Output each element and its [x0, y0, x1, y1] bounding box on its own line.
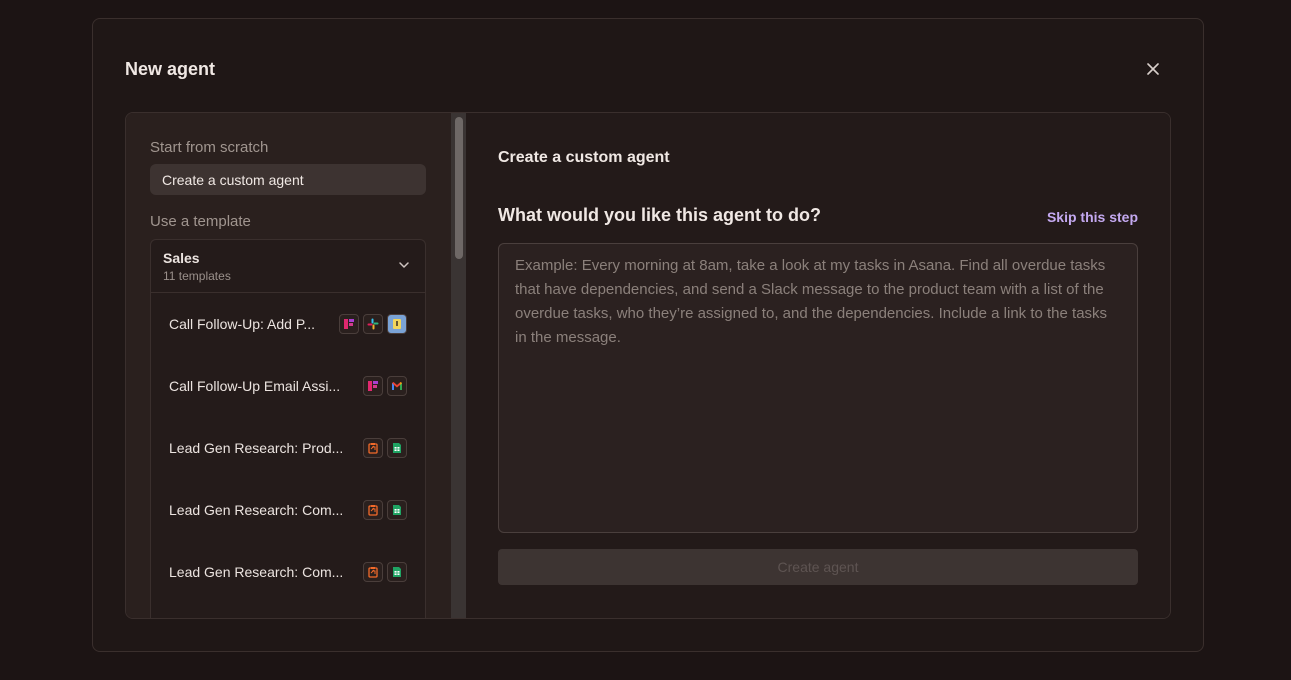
slack-icon — [363, 314, 383, 334]
create-agent-button[interactable]: Create agent — [498, 549, 1138, 585]
template-icons — [363, 562, 407, 582]
sidebar-scroll-area: Start from scratch Create a custom agent… — [126, 113, 450, 618]
template-label: Call Follow-Up: Add P... — [169, 316, 316, 332]
create-custom-agent-item[interactable]: Create a custom agent — [150, 164, 426, 195]
scratch-heading: Start from scratch — [150, 139, 269, 156]
main-content: Create a custom agent What would you lik… — [466, 113, 1170, 618]
notepad-icon — [387, 314, 407, 334]
agent-panel: Start from scratch Create a custom agent… — [125, 112, 1171, 619]
scrollbar-thumb[interactable] — [455, 117, 463, 259]
template-icons — [363, 438, 407, 458]
group-name: Sales — [163, 250, 200, 266]
template-item[interactable]: Lead Gen Research: Prod... — [151, 417, 425, 479]
clipboard-icon — [363, 500, 383, 520]
google-sheets-icon — [387, 438, 407, 458]
template-label: Lead Gen Research: Com... — [169, 502, 344, 518]
gmail-icon — [387, 376, 407, 396]
template-label: Lead Gen Research: Prod... — [169, 440, 344, 456]
clipboard-icon — [363, 438, 383, 458]
new-agent-modal: New agent Start from scratch Create a cu… — [92, 18, 1204, 652]
group-count: 11 templates — [163, 269, 231, 283]
close-button[interactable] — [1141, 57, 1165, 81]
template-item[interactable]: Lead Gen Research: Com... — [151, 479, 425, 541]
fireflies-icon — [339, 314, 359, 334]
template-heading: Use a template — [150, 213, 251, 230]
google-sheets-icon — [387, 562, 407, 582]
sidebar-scrollbar[interactable] — [450, 113, 466, 618]
template-label: Call Follow-Up Email Assi... — [169, 378, 341, 394]
agent-instructions-input[interactable] — [498, 243, 1138, 533]
main-title: Create a custom agent — [498, 149, 670, 166]
template-item[interactable]: Call Follow-Up: Add P... — [151, 293, 425, 355]
template-group-sales: Sales 11 templates Call Follow-Up: Add P… — [150, 239, 426, 618]
template-icons — [363, 376, 407, 396]
skip-step-link[interactable]: Skip this step — [1047, 209, 1138, 225]
template-icons — [339, 314, 407, 334]
template-icons — [363, 500, 407, 520]
modal-title: New agent — [125, 59, 216, 79]
template-item[interactable]: Call Follow-Up Email Assi... — [151, 355, 425, 417]
template-label: Lead Gen Research: Com... — [169, 564, 344, 580]
google-sheets-icon — [387, 500, 407, 520]
chevron-down-icon[interactable] — [397, 258, 411, 272]
template-item[interactable]: Lead Gen Research: Com... — [151, 541, 425, 603]
clipboard-icon — [363, 562, 383, 582]
sidebar: Start from scratch Create a custom agent… — [126, 113, 466, 618]
prompt-question: What would you like this agent to do? — [498, 205, 821, 225]
fireflies-icon — [363, 376, 383, 396]
close-icon — [1147, 63, 1159, 75]
group-header[interactable]: Sales 11 templates — [151, 240, 425, 293]
